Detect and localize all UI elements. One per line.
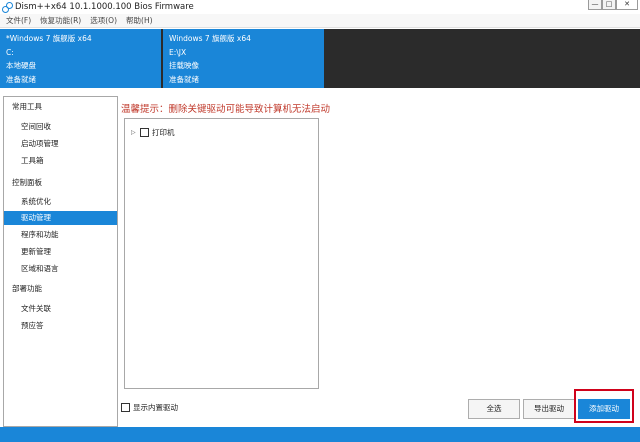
- session-drive: C:: [6, 47, 14, 57]
- minimize-button[interactable]: —: [588, 0, 602, 10]
- sidebar-item-driver-manager[interactable]: 驱动管理: [4, 211, 117, 225]
- export-drivers-button[interactable]: 导出驱动: [523, 399, 575, 419]
- status-bar: [0, 427, 640, 442]
- session-tile-image[interactable]: Windows 7 旗舰版 x64 E:\JX 挂载映像 准备就绪: [163, 29, 324, 88]
- sidebar-item-answer-file[interactable]: 预应答: [4, 319, 117, 333]
- nav-group-deployment: 部署功能: [12, 284, 42, 293]
- session-drive: E:\JX: [169, 47, 187, 57]
- app-logo-icon: [2, 2, 13, 13]
- menu-options[interactable]: 选项(O): [90, 15, 117, 26]
- warning-message: 温馨提示：删除关键驱动可能导致计算机无法启动: [121, 104, 331, 115]
- session-status: 准备就绪: [6, 74, 36, 84]
- menu-help[interactable]: 帮助(H): [126, 15, 153, 26]
- tree-node-printer[interactable]: ▷ 打印机: [131, 127, 175, 138]
- sidebar: 常用工具 空间回收 启动项管理 工具箱 控制面板 系统优化 驱动管理 程序和功能…: [3, 96, 118, 427]
- session-type: 挂载映像: [169, 61, 199, 70]
- sidebar-item-region-language[interactable]: 区域和语言: [4, 262, 117, 276]
- show-builtin-drivers[interactable]: 显示内置驱动: [121, 402, 178, 413]
- sidebar-item-file-association[interactable]: 文件关联: [4, 302, 117, 316]
- menu-file[interactable]: 文件(F): [6, 15, 31, 26]
- maximize-button[interactable]: □: [602, 0, 616, 10]
- session-type: 本地硬盘: [6, 61, 36, 70]
- session-status: 准备就绪: [169, 74, 199, 84]
- session-bar: *Windows 7 旗舰版 x64 C: 本地硬盘 准备就绪 Windows …: [0, 29, 640, 88]
- show-builtin-checkbox[interactable]: [121, 403, 130, 412]
- show-builtin-label: 显示内置驱动: [133, 403, 178, 412]
- window-title: Dism++x64 10.1.1000.100 Bios Firmware: [15, 2, 194, 12]
- sidebar-item-system-optimize[interactable]: 系统优化: [4, 195, 117, 209]
- session-os: *Windows 7 旗舰版 x64: [6, 34, 92, 43]
- sidebar-item-programs-features[interactable]: 程序和功能: [4, 228, 117, 242]
- printer-checkbox[interactable]: [140, 128, 149, 137]
- sidebar-item-startup-manager[interactable]: 启动项管理: [4, 137, 117, 151]
- session-tile-local[interactable]: *Windows 7 旗舰版 x64 C: 本地硬盘 准备就绪: [0, 29, 161, 88]
- menu-bar: 文件(F) 恢复功能(R) 选项(O) 帮助(H): [0, 14, 640, 28]
- highlight-annotation: [574, 389, 634, 423]
- sidebar-item-space-cleanup[interactable]: 空间回收: [4, 120, 117, 134]
- select-all-button[interactable]: 全选: [468, 399, 520, 419]
- nav-group-control-panel: 控制面板: [12, 178, 42, 187]
- tree-node-label: 打印机: [152, 128, 175, 137]
- title-bar: Dism++x64 10.1.1000.100 Bios Firmware — …: [0, 0, 640, 14]
- close-button[interactable]: ✕: [616, 0, 638, 10]
- sidebar-item-update-manager[interactable]: 更新管理: [4, 245, 117, 259]
- driver-tree[interactable]: ▷ 打印机: [124, 118, 319, 389]
- session-os: Windows 7 旗舰版 x64: [169, 34, 251, 43]
- window-controls: — □ ✕: [588, 0, 638, 10]
- expand-arrow-icon[interactable]: ▷: [131, 129, 138, 136]
- menu-recovery[interactable]: 恢复功能(R): [40, 15, 81, 26]
- nav-group-common-tools: 常用工具: [12, 102, 42, 111]
- sidebar-item-toolbox[interactable]: 工具箱: [4, 154, 117, 168]
